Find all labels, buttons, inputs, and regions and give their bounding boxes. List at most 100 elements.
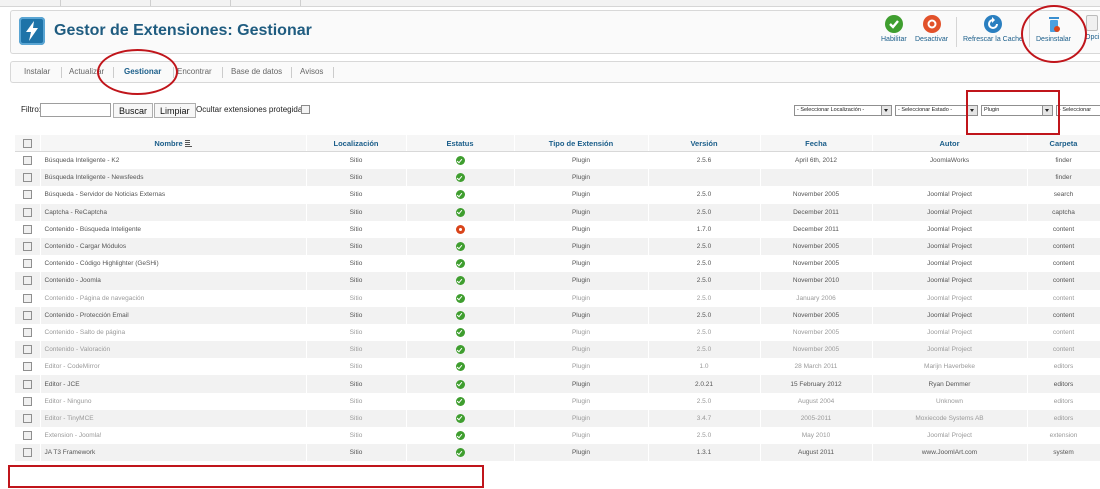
row-checkbox[interactable] [22,362,32,372]
enabled-status-icon[interactable] [455,396,465,406]
table-row[interactable]: Editor - TinyMCE Sitio Plugin 3.4.7 2005-201… [15,409,1100,427]
column-header-type[interactable]: Tipo de Extensión [514,135,649,152]
enabled-status-icon[interactable] [455,431,465,441]
column-header-author[interactable]: Autor [872,135,1028,152]
table-row[interactable]: Contenido - Valoración Sitio Plugin 2.5.0 No… [15,341,1100,359]
enabled-status-icon[interactable] [455,156,465,166]
disable-button[interactable]: Desactivar [915,15,948,51]
column-header-version[interactable]: Versión [648,135,761,152]
cell-name[interactable]: Contenido - Valoración [40,341,307,359]
enabled-status-icon[interactable] [455,207,465,217]
row-checkbox[interactable] [22,310,32,320]
cell-name[interactable]: Contenido - Código Highlighter (GeSHi) [40,255,307,273]
cell-name[interactable]: Contenido - Joomla [40,272,307,290]
clear-button[interactable]: Limpiar [154,103,196,118]
filter-search-input[interactable] [40,103,111,117]
column-header-name[interactable]: Nombre [40,135,307,152]
table-row[interactable]: JA T3 Framework Sitio Plugin 1.3.1 August 20… [15,444,1100,462]
enabled-status-icon[interactable] [455,448,465,458]
cell-name[interactable]: Editor - Ninguno [40,392,307,410]
table-row[interactable]: Contenido - Joomla Sitio Plugin 2.5.0 Novemb… [15,272,1100,290]
cell-name[interactable]: JA T3 Framework [40,444,307,462]
cell-name[interactable]: Contenido - Protección Email [40,306,307,324]
table-row[interactable]: Búsqueda Inteligente - K2 Sitio Plugin 2.5.… [15,151,1100,170]
cell-name[interactable]: Contenido - Cargar Módulos [40,237,307,256]
row-checkbox[interactable] [22,413,32,423]
row-checkbox[interactable] [22,242,32,252]
tab-base-de-datos[interactable]: Base de datos [231,67,282,76]
row-checkbox[interactable] [22,345,32,355]
row-checkbox[interactable] [22,224,32,234]
options-button[interactable]: Opci [1085,15,1099,51]
enabled-status-icon[interactable] [455,379,465,389]
table-row[interactable]: Editor - CodeMirror Sitio Plugin 1.0 28 Marc… [15,358,1100,376]
select-all-checkbox[interactable] [22,138,32,148]
cell-name[interactable]: Contenido - Página de navegación [40,289,307,307]
row-checkbox[interactable] [22,396,32,406]
folder-select[interactable]: - Seleccionar [1056,105,1100,116]
tab-actualizar[interactable]: Actualizar [69,67,104,76]
enabled-status-icon[interactable] [455,173,465,183]
table-row[interactable]: Editor - Ninguno Sitio Plugin 2.5.0 August 2… [15,392,1100,410]
enable-button[interactable]: Habilitar [881,15,907,51]
enabled-status-icon[interactable] [455,242,465,252]
cell-name[interactable]: Búsqueda Inteligente - K2 [40,151,307,170]
row-checkbox[interactable] [22,156,32,166]
tab-encontrar[interactable]: Encontrar [177,67,212,76]
row-checkbox[interactable] [22,431,32,441]
search-button[interactable]: Buscar [113,103,154,118]
column-header-location[interactable]: Localización [306,135,407,152]
cell-name[interactable]: Extension - Joomla! [40,427,307,445]
hide-protected-checkbox[interactable] [301,105,310,114]
cell-name[interactable]: Editor - TinyMCE [40,409,307,427]
row-checkbox[interactable] [22,276,32,286]
row-checkbox[interactable] [22,207,32,217]
table-row[interactable]: Búsqueda Inteligente - Newsfeeds Sitio Plu… [15,169,1100,187]
cell-name[interactable]: Editor - CodeMirror [40,358,307,376]
enabled-status-icon[interactable] [455,413,465,423]
cell-name[interactable]: Contenido - Salto de página [40,323,307,342]
row-checkbox[interactable] [22,293,32,303]
column-header-folder[interactable]: Carpeta [1027,135,1100,152]
refresh-cache-button[interactable]: Refrescar la Cache [963,15,1023,51]
enabled-status-icon[interactable] [455,259,465,269]
disabled-status-icon[interactable] [455,224,465,234]
table-row[interactable]: Contenido - Página de navegación Sitio Plu… [15,289,1100,307]
cell-name[interactable]: Contenido - Búsqueda Inteligente [40,220,307,238]
table-row[interactable]: Extension - Joomla! Sitio Plugin 2.5.0 May 2… [15,427,1100,445]
row-checkbox[interactable] [22,327,32,337]
cell-name[interactable]: Editor - JCE [40,375,307,393]
uninstall-button[interactable]: Desinstalar [1036,15,1071,51]
table-row[interactable]: Contenido - Cargar Módulos Sitio Plugin 2.5… [15,237,1100,256]
column-header-date[interactable]: Fecha [760,135,873,152]
table-row[interactable]: Contenido - Protección Email Sitio Plugin 2… [15,306,1100,324]
cell-name[interactable]: Búsqueda - Servidor de Noticias Externas [40,186,307,204]
table-row[interactable]: Contenido - Salto de página Sitio Plugin 2.… [15,323,1100,342]
table-row[interactable]: Contenido - Búsqueda Inteligente Sitio Plu… [15,220,1100,238]
type-select[interactable]: Plugin [981,105,1053,116]
row-checkbox[interactable] [22,448,32,458]
table-row[interactable]: Editor - JCE Sitio Plugin 2.0.21 15 February… [15,375,1100,393]
tab-avisos[interactable]: Avisos [300,67,323,76]
table-row[interactable]: Captcha - ReCaptcha Sitio Plugin 2.5.0 Decem… [15,203,1100,221]
location-select[interactable]: - Seleccionar Localización - [794,105,892,116]
column-header-status[interactable]: Estatus [406,135,515,152]
table-row[interactable]: Búsqueda - Servidor de Noticias Externas… [15,186,1100,204]
enabled-status-icon[interactable] [455,293,465,303]
cell-name[interactable]: Captcha - ReCaptcha [40,203,307,221]
row-checkbox[interactable] [22,259,32,269]
enabled-status-icon[interactable] [455,327,465,337]
cell-name[interactable]: Búsqueda Inteligente - Newsfeeds [40,169,307,187]
row-checkbox[interactable] [22,379,32,389]
row-checkbox[interactable] [22,190,32,200]
enabled-status-icon[interactable] [455,345,465,355]
row-checkbox[interactable] [22,173,32,183]
enabled-status-icon[interactable] [455,362,465,372]
tab-instalar[interactable]: Instalar [24,67,50,76]
table-row[interactable]: Contenido - Código Highlighter (GeSHi) Si… [15,255,1100,273]
enabled-status-icon[interactable] [455,190,465,200]
status-select[interactable]: - Seleccionar Estado - [895,105,978,116]
enabled-status-icon[interactable] [455,276,465,286]
enabled-status-icon[interactable] [455,310,465,320]
tab-gestionar[interactable]: Gestionar [124,67,161,76]
